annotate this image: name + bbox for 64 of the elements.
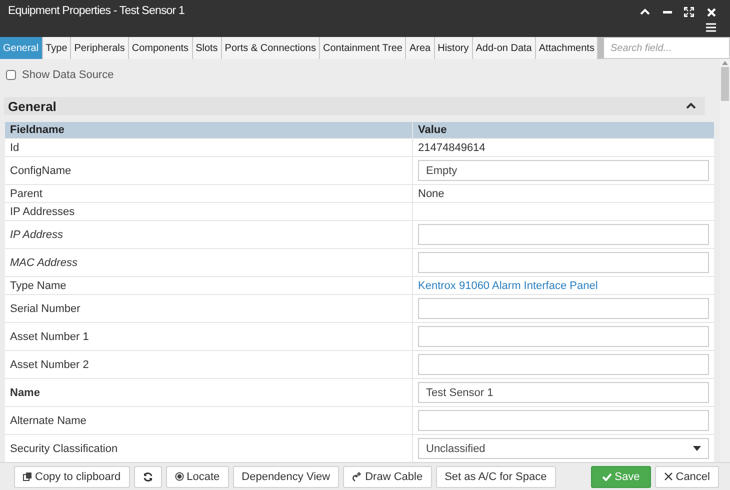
refresh-button[interactable]: [134, 466, 162, 488]
input-field[interactable]: Test Sensor 1: [418, 382, 709, 403]
close-icon[interactable]: [706, 8, 716, 16]
target-icon: [174, 472, 184, 481]
field-label: ConfigName: [10, 164, 72, 176]
tab[interactable]: Slots: [192, 37, 222, 59]
field-label: Security Classification: [10, 442, 118, 454]
type-link[interactable]: Kentrox 91060 Alarm Interface Panel: [418, 280, 598, 292]
field-label: Alternate Name: [10, 414, 86, 426]
minimize-icon[interactable]: [662, 10, 672, 14]
input-field[interactable]: [418, 252, 709, 273]
tab[interactable]: Add-on Data: [472, 37, 536, 59]
column-header: Fieldname: [5, 122, 413, 138]
dropdown[interactable]: Unclassified: [418, 438, 709, 459]
menu-icon[interactable]: [706, 22, 716, 32]
tab[interactable]: Area: [406, 37, 435, 59]
tab[interactable]: Ports & Connections: [222, 37, 320, 59]
tab[interactable]: Containment Tree: [320, 37, 406, 59]
close-icon: [664, 472, 673, 481]
checkbox-label: Show Data Source: [22, 69, 114, 81]
field-label: IP Addresses: [10, 206, 75, 218]
window-title: Equipment Properties - Test Sensor 1: [8, 5, 186, 19]
input-field[interactable]: [418, 354, 709, 375]
scrollbar-thumb[interactable]: [721, 67, 729, 101]
toolbar-button[interactable]: Dependency View: [232, 466, 340, 488]
caret-icon: [693, 446, 701, 451]
field-label: MAC Address: [10, 256, 78, 268]
cancel-button[interactable]: Cancel: [654, 466, 719, 488]
column-header: Value: [417, 123, 448, 138]
input-field[interactable]: Empty: [418, 160, 709, 181]
toolbar-button[interactable]: Locate: [166, 466, 229, 488]
refresh-icon: [142, 472, 153, 482]
search-field[interactable]: Search field...: [598, 37, 730, 59]
chevron-up-icon[interactable]: [686, 102, 696, 110]
check-icon: [602, 472, 612, 480]
tab[interactable]: Components: [128, 37, 193, 59]
field-value: 21474849614: [418, 142, 486, 154]
input-field[interactable]: [418, 224, 709, 245]
scroll-up-icon[interactable]: [722, 61, 728, 65]
tab[interactable]: Peripherals: [71, 37, 129, 59]
section-header[interactable]: General: [4, 97, 705, 115]
toolbar-button[interactable]: Copy to clipboard: [14, 466, 130, 488]
copy-icon: [23, 472, 32, 481]
scrollbar[interactable]: [720, 59, 730, 462]
fullscreen-icon[interactable]: [684, 7, 694, 17]
field-label: Asset Number 2: [10, 358, 89, 370]
tab[interactable]: Type: [42, 37, 72, 59]
field-label: Parent: [10, 188, 42, 200]
input-field[interactable]: [418, 410, 709, 431]
field-label: Name: [10, 386, 40, 398]
field-label: Asset Number 1: [10, 330, 89, 342]
input-field[interactable]: [418, 326, 709, 347]
field-label: Serial Number: [10, 302, 80, 314]
field-label: Type Name: [10, 280, 66, 292]
field-label: IP Address: [10, 228, 63, 240]
tab[interactable]: Attachments: [536, 37, 598, 59]
checkbox[interactable]: [6, 70, 16, 80]
cable-icon: [352, 472, 362, 482]
input-field[interactable]: [418, 298, 709, 319]
field-value: None: [418, 188, 444, 200]
toolbar-button[interactable]: Set as A/C for Space: [436, 466, 556, 488]
toolbar-button[interactable]: Draw Cable: [343, 466, 432, 488]
field-label: Id: [10, 142, 20, 154]
tab[interactable]: History: [434, 37, 473, 59]
